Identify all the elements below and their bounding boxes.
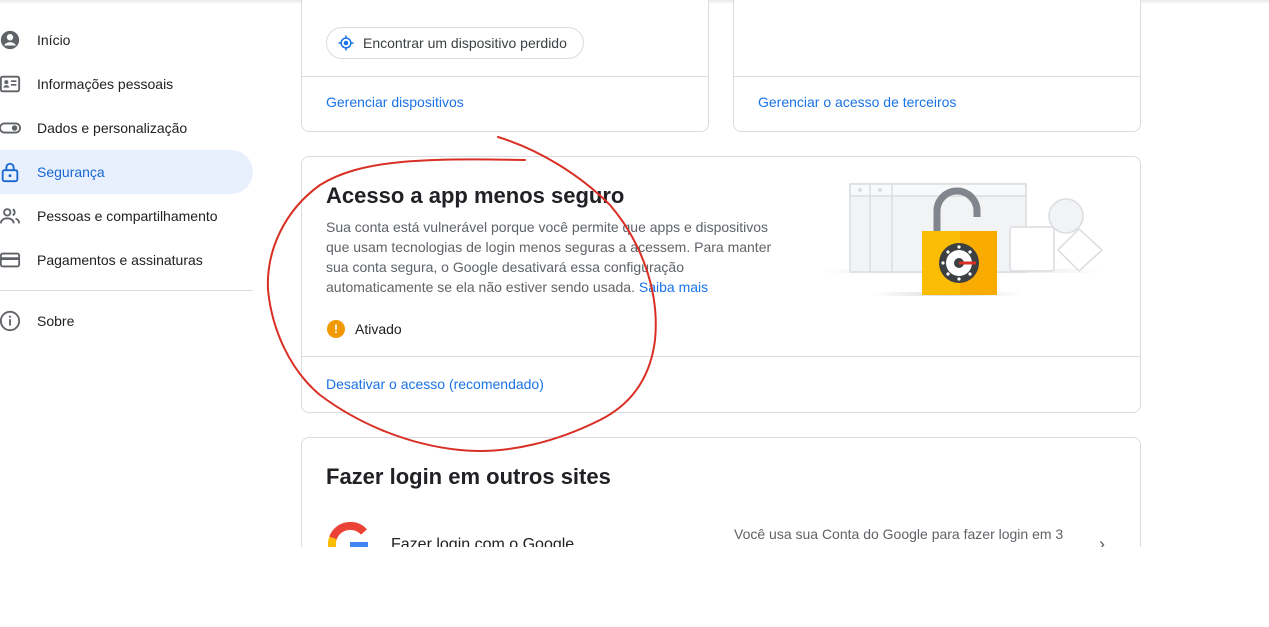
sidebar-item-label: Pessoas e compartilhamento (37, 208, 218, 224)
sidebar-item-dados-personalizacao[interactable]: Dados e personalização (0, 106, 253, 150)
lock-icon (0, 161, 21, 183)
less-secure-app-card: Acesso a app menos seguro Sua conta está… (301, 156, 1141, 413)
sidebar-item-informacoes-pessoais[interactable]: Informações pessoais (0, 62, 253, 106)
third-party-card: Gerenciar o acesso de terceiros (733, 0, 1141, 132)
card-divider (302, 356, 1140, 357)
sidebar-item-pagamentos-assinaturas[interactable]: Pagamentos e assinaturas (0, 238, 253, 282)
sidebar-item-label: Informações pessoais (37, 76, 174, 92)
sidebar: Início Informações pessoais Dados e pers… (0, 18, 256, 343)
page: Início Informações pessoais Dados e pers… (0, 0, 1269, 627)
card-divider (734, 76, 1140, 77)
description-line: automaticamente se ela não estiver sendo… (326, 279, 635, 295)
card-title: Acesso a app menos seguro (326, 183, 625, 208)
status-text: Ativado (355, 321, 402, 337)
warning-icon: ! (327, 320, 345, 338)
find-device-button[interactable]: Encontrar um dispositivo perdido (326, 27, 584, 59)
sidebar-item-label: Segurança (37, 164, 105, 180)
info-icon (0, 310, 21, 332)
credit-card-icon (0, 249, 21, 271)
manage-devices-link[interactable]: Gerenciar dispositivos (326, 94, 464, 110)
sidebar-item-inicio[interactable]: Início (0, 18, 253, 62)
sidebar-item-sobre[interactable]: Sobre (0, 299, 253, 343)
locate-icon (338, 35, 354, 51)
sign-in-with-google-description: Você usa sua Conta do Google para fazer … (734, 526, 1064, 542)
manage-third-party-link[interactable]: Gerenciar o acesso de terceiros (758, 94, 956, 110)
sidebar-item-label: Início (37, 32, 71, 48)
description-line: Sua conta está vulnerável porque você pe… (326, 219, 769, 235)
sidebar-item-pessoas-compartilhamento[interactable]: Pessoas e compartilhamento (0, 194, 253, 238)
id-card-icon (0, 73, 21, 95)
devices-card: Encontrar um dispositivo perdido Gerenci… (301, 0, 709, 132)
card-divider (302, 76, 708, 77)
learn-more-link[interactable]: Saiba mais (639, 279, 708, 295)
sidebar-item-label: Pagamentos e assinaturas (37, 252, 203, 268)
people-icon (0, 205, 21, 227)
blank-area (0, 547, 1269, 627)
status-indicator: ! Ativado (327, 320, 402, 338)
find-device-label: Encontrar um dispositivo perdido (363, 35, 567, 51)
account-circle-icon (0, 29, 21, 51)
sidebar-item-label: Sobre (37, 313, 75, 329)
toggle-icon (0, 117, 21, 139)
card-description: Sua conta está vulnerável porque você pe… (326, 217, 796, 297)
unlocked-padlock-illustration (822, 183, 1104, 296)
description-line-last: automaticamente se ela não estiver sendo… (326, 277, 796, 297)
description-line: que usam tecnologias de login menos segu… (326, 239, 772, 255)
disable-access-link[interactable]: Desativar o acesso (recomendado) (326, 376, 544, 392)
sidebar-divider (0, 290, 253, 291)
card-title: Fazer login em outros sites (326, 464, 611, 489)
sidebar-item-seguranca[interactable]: Segurança (0, 150, 253, 194)
description-line: sua conta segura, o Google desativará es… (326, 259, 685, 275)
sidebar-item-label: Dados e personalização (37, 120, 188, 136)
